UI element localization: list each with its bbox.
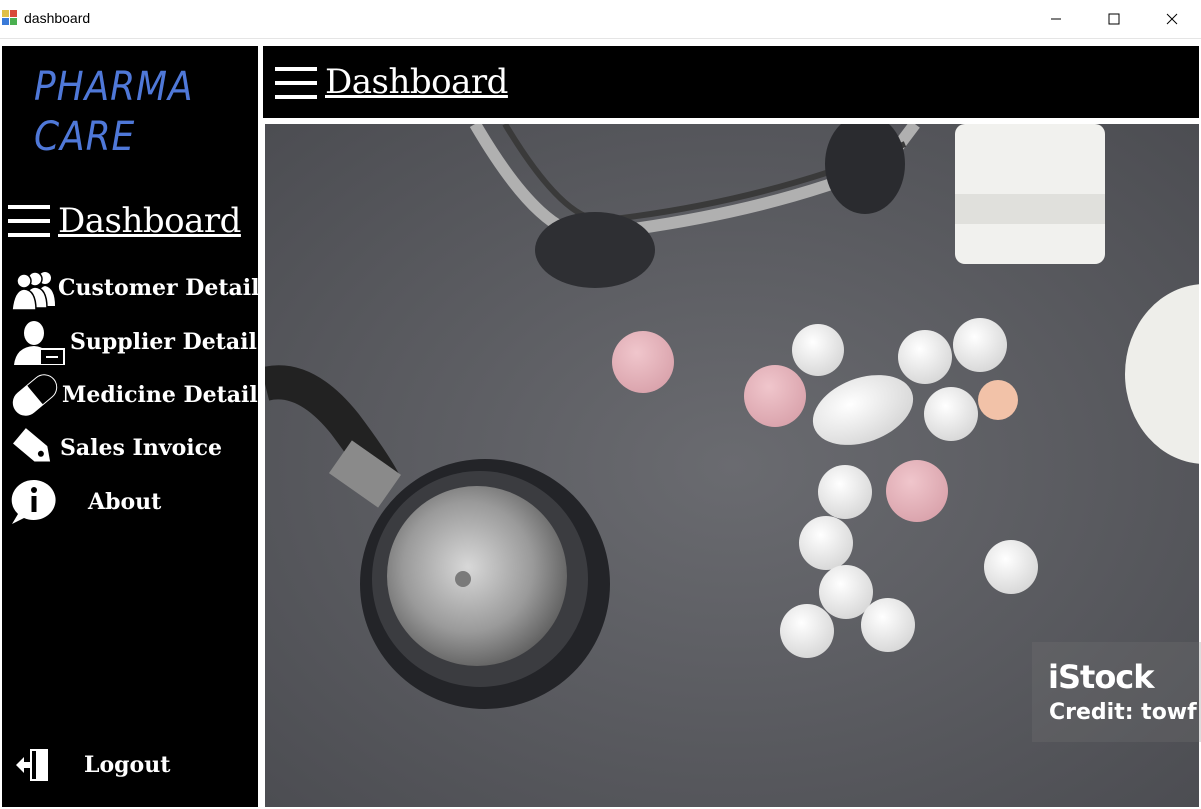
minimize-button[interactable] [1027, 0, 1085, 38]
istock-watermark: iStock [1048, 658, 1155, 696]
maximize-button[interactable] [1085, 0, 1143, 38]
sidebar-dashboard-label: Dashboard [58, 201, 241, 241]
pill-icon [8, 371, 62, 419]
sidebar-item-label: Medicine Detail [62, 382, 258, 408]
header-menu-button[interactable] [273, 59, 319, 105]
sidebar-dashboard-button[interactable]: Dashboard [6, 196, 241, 246]
info-icon [8, 478, 88, 526]
sidebar-item-supplier-detail[interactable]: Supplier Detail [8, 318, 257, 366]
supplier-icon [8, 318, 70, 366]
sidebar-item-sales-invoice[interactable]: Sales Invoice [8, 424, 222, 472]
sidebar-item-label: About [88, 489, 162, 515]
close-button[interactable] [1143, 0, 1201, 38]
minimize-icon [1051, 18, 1061, 20]
hamburger-icon [8, 205, 50, 237]
sidebar-item-customer-detail[interactable]: Customer Detail [8, 264, 259, 312]
sidebar: PHARMA CARE Dashboard Customer Detail Su… [2, 46, 259, 807]
photo-credit: Credit: towf [1049, 700, 1197, 725]
tag-icon [8, 424, 60, 472]
sidebar-item-label: Supplier Detail [70, 329, 257, 355]
hamburger-icon [275, 67, 317, 99]
app-icon [2, 10, 17, 25]
logo: PHARMA CARE [34, 62, 196, 162]
window-titlebar: dashboard [0, 0, 1201, 39]
users-icon [8, 264, 58, 312]
header-bar: Dashboard [263, 46, 1199, 118]
header-title: Dashboard [325, 62, 508, 102]
logout-label: Logout [84, 752, 171, 778]
logout-button[interactable]: Logout [12, 741, 170, 789]
close-icon [1166, 13, 1178, 25]
logout-icon [12, 741, 84, 789]
sidebar-item-label: Customer Detail [58, 275, 260, 301]
logo-line-2: CARE [34, 114, 136, 160]
logo-line-1: PHARMA [34, 64, 194, 110]
sidebar-item-label: Sales Invoice [60, 435, 223, 461]
window-title: dashboard [24, 10, 91, 26]
sidebar-item-about[interactable]: About [8, 478, 161, 526]
sidebar-item-medicine-detail[interactable]: Medicine Detail [8, 371, 258, 419]
maximize-icon [1108, 13, 1120, 25]
